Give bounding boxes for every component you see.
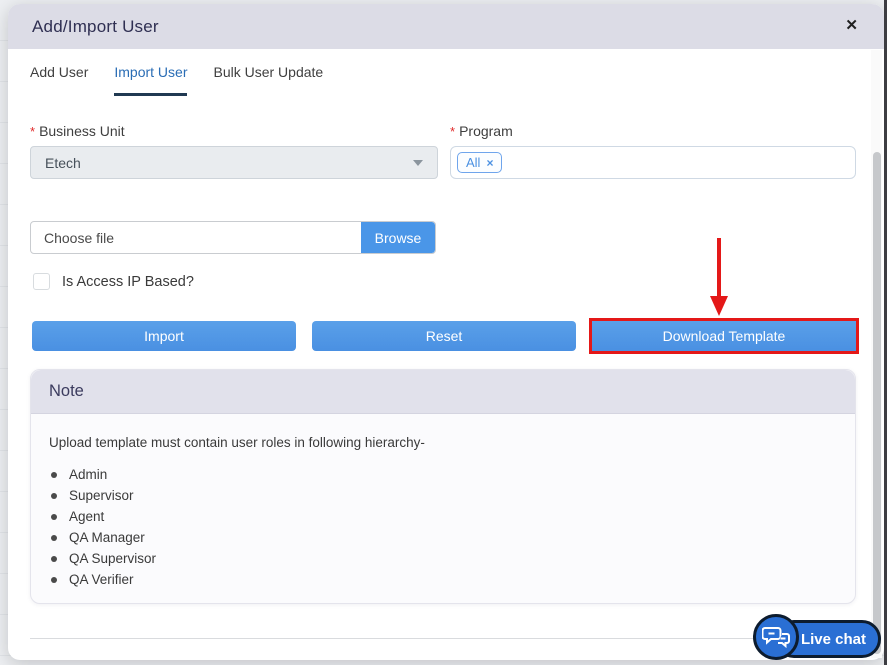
scrollbar-thumb[interactable] (873, 152, 881, 654)
program-label: *Program (450, 123, 513, 139)
required-asterisk: * (30, 124, 35, 139)
screenshot-stage: Add/Import User ✕ Add User Import User B… (0, 0, 887, 665)
ip-based-row: Is Access IP Based? (33, 273, 194, 290)
role-list-item: QA Verifier (43, 569, 855, 590)
red-highlight-box: Download Template (589, 318, 859, 354)
file-input[interactable]: Choose file (31, 222, 361, 253)
tab-add-user[interactable]: Add User (30, 64, 88, 94)
browse-button[interactable]: Browse (361, 222, 435, 253)
business-unit-select[interactable]: Etech (30, 146, 438, 179)
tab-bar: Add User Import User Bulk User Update (30, 64, 323, 94)
role-list-item: QA Supervisor (43, 548, 855, 569)
live-chat-circle[interactable] (753, 614, 799, 660)
modal-header: Add/Import User ✕ (8, 4, 884, 49)
required-asterisk: * (450, 124, 455, 139)
tab-bulk-user-update[interactable]: Bulk User Update (213, 64, 323, 94)
live-chat-label: Live chat (801, 631, 866, 648)
program-tag-all: All × (457, 152, 502, 173)
import-button[interactable]: Import (32, 321, 296, 351)
role-list-item: QA Manager (43, 527, 855, 548)
program-multiselect[interactable]: All × (450, 146, 856, 179)
live-chat-widget[interactable]: Live chat (753, 614, 883, 662)
note-header: Note (31, 370, 855, 414)
file-upload-group: Choose file Browse (30, 221, 436, 254)
close-icon[interactable]: ✕ (845, 16, 858, 36)
note-description: Upload template must contain user roles … (49, 435, 855, 450)
chevron-down-icon (413, 160, 423, 166)
ip-based-checkbox[interactable] (33, 273, 50, 290)
footer-divider (30, 638, 857, 639)
business-unit-value: Etech (45, 155, 413, 171)
note-title: Note (49, 382, 84, 401)
role-list-item: Admin (43, 464, 855, 485)
role-hierarchy-list: Admin Supervisor Agent QA Manager QA Sup… (43, 464, 855, 590)
chat-bubbles-icon (762, 624, 790, 650)
program-tag-label: All (466, 155, 480, 170)
ip-based-label: Is Access IP Based? (62, 274, 194, 290)
note-panel: Note Upload template must contain user r… (30, 369, 856, 604)
download-template-button[interactable]: Download Template (592, 321, 856, 351)
add-import-user-modal: Add/Import User ✕ Add User Import User B… (8, 4, 884, 660)
role-list-item: Agent (43, 506, 855, 527)
modal-title: Add/Import User (32, 17, 159, 37)
tag-remove-icon[interactable]: × (486, 156, 493, 170)
tab-import-user[interactable]: Import User (114, 64, 187, 94)
reset-button[interactable]: Reset (312, 321, 576, 351)
role-list-item: Supervisor (43, 485, 855, 506)
red-arrow-annotation (706, 236, 732, 320)
business-unit-label: *Business Unit (30, 123, 125, 139)
